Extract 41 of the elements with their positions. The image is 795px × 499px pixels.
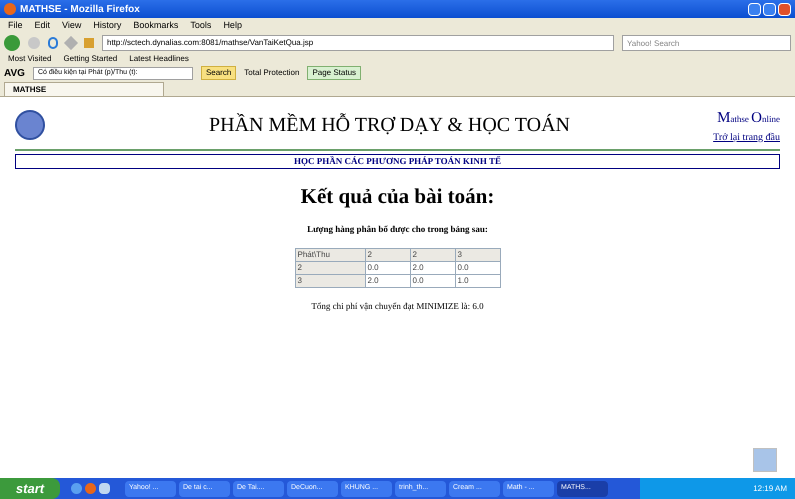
row-header: 3 <box>295 274 365 288</box>
table-cell: 0.0 <box>455 262 500 274</box>
address-field[interactable]: http://sctech.dynalias.com:8081/mathse/VanTaiKetQua.jsp <box>102 35 614 51</box>
window-title: MATHSE - Mozilla Firefox <box>20 2 140 16</box>
column-header: 3 <box>455 248 500 262</box>
page-title: PHẦN MỀM HỖ TRỢ DẠY & HỌC TOÁN <box>209 112 570 138</box>
bookmark-item[interactable]: Most Visited <box>8 53 52 65</box>
row-header: 2 <box>295 262 365 274</box>
menu-item[interactable]: View <box>62 18 82 32</box>
bookmark-item[interactable]: Getting Started <box>63 53 118 65</box>
menu-item[interactable]: File <box>8 18 23 32</box>
browser-tab[interactable]: MATHSE <box>4 82 164 96</box>
back-link[interactable]: Trở lại trang đầu <box>713 130 780 144</box>
menu-item[interactable]: History <box>93 18 122 32</box>
menu-item[interactable]: Tools <box>190 18 212 32</box>
search-button[interactable]: Search <box>200 66 236 80</box>
total-cost-text: Tổng chi phí vận chuyển đạt MINIMIZE là: 6.0 <box>311 300 484 313</box>
table-cell: 2.0 <box>410 262 455 274</box>
toolbar-brand[interactable]: AVG <box>4 66 25 80</box>
menu-item[interactable]: Edit <box>34 18 50 32</box>
logo-icon <box>15 110 45 140</box>
search-field[interactable]: Yahoo! Search <box>622 35 791 51</box>
menu-item[interactable]: Help <box>223 18 242 32</box>
menu-item[interactable]: Bookmarks <box>133 18 178 32</box>
column-header: 2 <box>410 248 455 262</box>
table-cell: 1.0 <box>455 274 500 288</box>
bookmark-item[interactable]: Latest Headlines <box>129 53 189 65</box>
table-cell: 2.0 <box>365 274 410 288</box>
table-caption: Lượng hàng phân bổ được cho trong bảng sau: <box>307 222 488 236</box>
clock: 12:19 AM <box>753 482 787 494</box>
table-cell: 0.0 <box>410 274 455 288</box>
column-header: Phát\Thu <box>295 248 365 262</box>
brand-name: Mathse Online <box>717 108 780 128</box>
start-button[interactable]: start <box>0 478 60 499</box>
table-cell: 0.0 <box>365 262 410 274</box>
close-icon[interactable] <box>778 2 791 16</box>
subtitle-banner: HỌC PHẦN CÁC PHƯƠNG PHÁP TOÁN KINH TẾ <box>15 154 780 169</box>
toolbar-link[interactable]: Total Protection <box>244 67 300 79</box>
column-header: 2 <box>365 248 410 262</box>
result-heading: Kết quả của bài toán: <box>300 183 494 210</box>
page-status-button[interactable]: Page Status <box>307 66 362 80</box>
